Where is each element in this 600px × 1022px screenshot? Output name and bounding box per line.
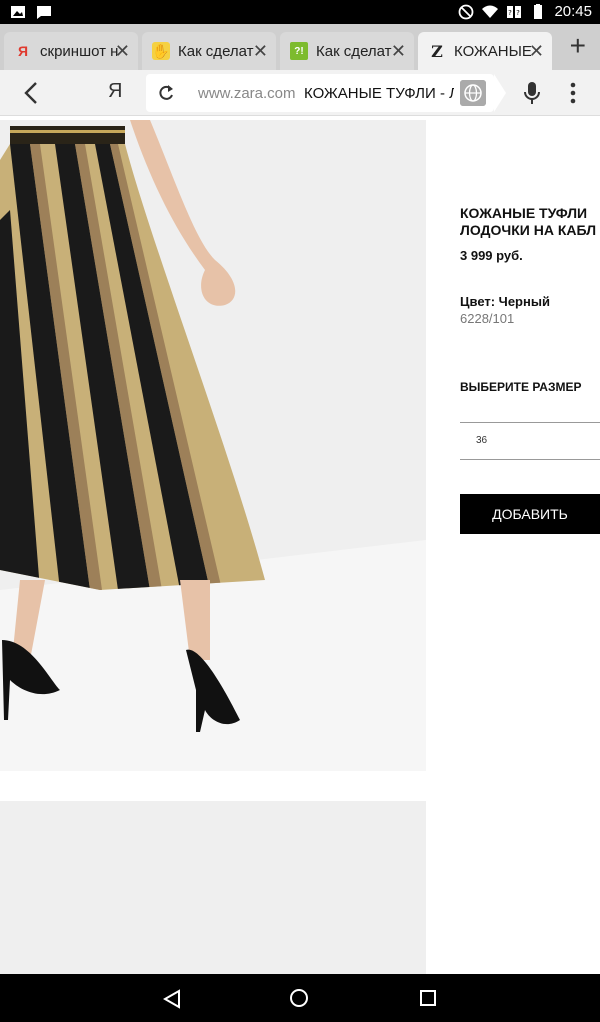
system-nav-bar — [0, 974, 600, 1022]
product-reference: 6228/101 — [460, 311, 515, 326]
hand-icon: ✋ — [152, 42, 170, 60]
nav-recents-icon[interactable] — [420, 990, 436, 1006]
tab-zara[interactable]: Z КОЖАНЫЕ ✕ — [418, 32, 552, 70]
message-notification-icon — [37, 6, 51, 19]
zara-icon: Z — [431, 41, 443, 61]
clock: 20:45 — [554, 3, 592, 20]
product-price: 3 999 руб. — [460, 248, 523, 263]
tab-strip: Я скриншот н ✕ ✋ Как сделат ✕ ?! Как сде… — [0, 24, 600, 70]
battery-icon — [534, 3, 543, 19]
size-value: 36 — [476, 435, 488, 446]
address-row: Я www.zara.com КОЖАНЫЕ ТУФЛИ - ЛО — [0, 70, 600, 116]
do-not-disturb-icon — [459, 4, 474, 19]
url-page-title: КОЖАНЫЕ ТУФЛИ - ЛО — [304, 85, 454, 102]
nav-home-icon[interactable] — [290, 989, 308, 1007]
product-title: КОЖАНЫЕ ТУФЛИ ЛОДОЧКИ НА КАБЛ — [460, 205, 597, 238]
url-bar-arrow — [494, 74, 506, 112]
svg-text:?: ? — [517, 9, 521, 17]
globe-icon[interactable] — [460, 80, 486, 106]
tab-how-to-1[interactable]: ✋ Как сделат ✕ — [142, 32, 276, 70]
question-icon: ?! — [290, 42, 308, 60]
product-color: Цвет: Черный — [460, 294, 550, 309]
url-domain: www.zara.com — [198, 85, 296, 102]
close-icon[interactable]: ✕ — [529, 41, 544, 62]
svg-text:?: ? — [509, 9, 513, 17]
yandex-home-button[interactable]: Я — [108, 80, 122, 103]
add-to-cart-button[interactable]: ДОБАВИТЬ — [460, 494, 600, 534]
product-photo-secondary[interactable] — [0, 801, 426, 974]
tab-how-to-2[interactable]: ?! Как сделат ✕ — [280, 32, 414, 70]
page-content: КОЖАНЫЕ ТУФЛИ ЛОДОЧКИ НА КАБЛ 3 999 руб.… — [0, 117, 600, 974]
close-icon[interactable]: ✕ — [253, 41, 268, 62]
product-photo[interactable] — [0, 120, 426, 771]
close-icon[interactable]: ✕ — [115, 41, 130, 62]
close-icon[interactable]: ✕ — [391, 41, 406, 62]
product-image — [0, 120, 426, 771]
image-notification-icon — [11, 6, 25, 18]
size-option[interactable]: 36 — [460, 422, 600, 460]
status-bar: ?? 20:45 — [0, 0, 600, 24]
microphone-icon[interactable] — [524, 81, 540, 105]
wifi-icon — [482, 5, 499, 18]
nav-back-icon[interactable] — [163, 989, 181, 1009]
new-tab-button[interactable]: + — [570, 32, 586, 60]
size-label: ВЫБЕРИТЕ РАЗМЕР — [460, 380, 582, 394]
yandex-icon: Я — [17, 43, 29, 59]
reload-icon[interactable] — [156, 83, 176, 103]
url-bar[interactable]: www.zara.com КОЖАНЫЕ ТУФЛИ - ЛО — [146, 74, 494, 112]
tab-yandex-search[interactable]: Я скриншот н ✕ — [4, 32, 138, 70]
more-menu-icon[interactable] — [566, 82, 580, 104]
signal-icon: ?? — [507, 5, 522, 18]
back-button[interactable] — [20, 79, 44, 107]
